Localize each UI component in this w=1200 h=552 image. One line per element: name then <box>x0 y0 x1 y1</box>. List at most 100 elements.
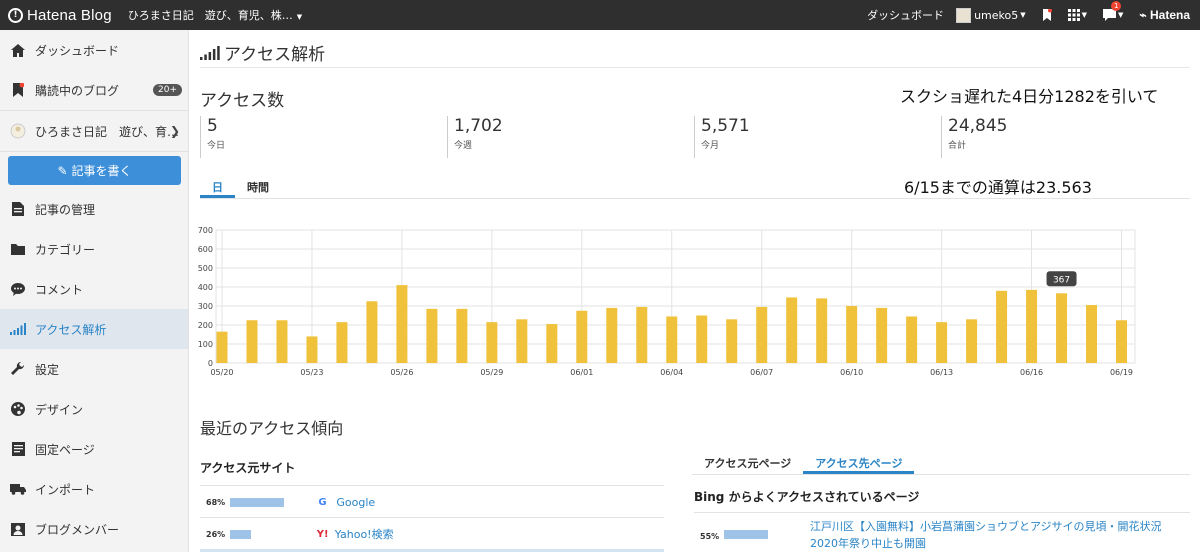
notification-badge: 1 <box>1111 1 1122 11</box>
sidebar-item-label: カテゴリー <box>35 242 96 257</box>
y-tick-label: 700 <box>198 226 213 235</box>
sidebar-item-design[interactable]: デザイン <box>0 389 188 429</box>
stat-label: 今月 <box>701 141 720 151</box>
bing-percent: 55% <box>700 532 720 541</box>
chart-bar <box>786 297 798 363</box>
bookmark-button[interactable] <box>1042 9 1052 21</box>
sidebar-item-fixed-page[interactable]: 固定ページ <box>0 429 188 469</box>
bookmark-icon <box>9 81 27 99</box>
sidebar-item-blog[interactable]: ひろまさ日記 遊び、育… ❯ <box>0 110 188 152</box>
chart-bar <box>216 331 228 363</box>
sidebar-item-label: デザイン <box>35 402 84 417</box>
sidebar-item-members[interactable]: ブログメンバー <box>0 509 188 549</box>
page-tabs: アクセス元ページ アクセス先ページ <box>692 451 1190 475</box>
trend-title: 最近のアクセス傾向 <box>200 419 344 438</box>
referrer-percent: 26% <box>206 529 226 539</box>
chart-bar <box>966 319 978 363</box>
referrer-link[interactable]: Google <box>336 496 375 509</box>
sidebar-item-label: ダッシュボード <box>35 43 120 58</box>
chart-bar <box>636 306 648 363</box>
google-icon: G <box>318 496 327 508</box>
stat-week: 1,702 今週 <box>447 116 694 158</box>
sidebar-item-import[interactable]: インポート <box>0 469 188 509</box>
x-tick-label: 05/26 <box>390 368 413 377</box>
chart-bar <box>426 308 438 363</box>
tab-destination-page[interactable]: アクセス先ページ <box>803 451 915 474</box>
tab-day[interactable]: 日 <box>200 176 235 198</box>
sidebar-item-access-analysis[interactable]: アクセス解析 <box>0 309 188 349</box>
x-tick-label: 06/16 <box>1020 368 1043 377</box>
write-article-button[interactable]: ✎ 記事を書く <box>8 156 181 185</box>
blog-name: ひろまさ日記 遊び、育児、株… <box>127 9 293 22</box>
dashboard-link[interactable]: ダッシュボード <box>867 7 944 23</box>
page-title-text: アクセス解析 <box>224 45 326 65</box>
caret-down-icon: ▼ <box>296 13 303 21</box>
sidebar-item-subscriptions[interactable]: 購読中のブログ 20+ <box>0 70 188 110</box>
caret-down-icon: ▼ <box>1081 11 1088 19</box>
chart-bar <box>576 310 588 363</box>
stat-today: 5 今日 <box>200 116 447 158</box>
divider <box>200 485 664 486</box>
x-tick-label: 06/19 <box>1110 368 1133 377</box>
logo-text: Hatena Blog <box>27 6 112 24</box>
apps-button[interactable]: ▼ <box>1067 9 1088 21</box>
x-tick-label: 05/20 <box>210 368 233 377</box>
tab-hour[interactable]: 時間 <box>235 176 281 198</box>
logo-mark-icon: ! <box>8 7 23 23</box>
blog-selector[interactable]: ひろまさ日記 遊び、育児、株… ▼ <box>128 7 302 23</box>
chart-bar <box>846 306 858 363</box>
chart-bar <box>1026 289 1038 363</box>
sidebar-item-label: 記事の管理 <box>35 202 96 217</box>
hatena-blog-logo[interactable]: ! Hatena Blog <box>8 0 112 30</box>
edit-icon: ✎ <box>57 163 68 178</box>
truck-icon <box>9 480 27 498</box>
referrer-link[interactable]: Yahoo!検索 <box>335 526 394 542</box>
document-icon <box>9 200 27 218</box>
sidebar-item-label: アクセス解析 <box>35 322 107 337</box>
member-icon <box>9 520 27 538</box>
annotation-note-1: スクショ遅れた4日分1282を引いて <box>900 87 1159 106</box>
y-tick-label: 300 <box>198 302 213 311</box>
x-tick-label: 05/29 <box>480 368 503 377</box>
stat-total: 24,845 合計 <box>941 116 1188 158</box>
chevron-right-icon: ❯ <box>169 124 180 138</box>
divider <box>200 67 1190 68</box>
stat-label: 今週 <box>454 141 473 151</box>
sidebar-item-comment[interactable]: コメント <box>0 269 188 309</box>
subscription-count-badge: 20+ <box>153 84 182 96</box>
sidebar-item-category[interactable]: カテゴリー <box>0 229 188 269</box>
referrer-bar <box>230 497 285 507</box>
chart-bar <box>486 322 498 363</box>
bing-page-link[interactable]: 江戸川区【入園無料】小岩菖蒲園ショウブとアジサイの見頃・開花状況2020年祭り中… <box>810 518 1184 552</box>
notification-button[interactable]: 1 ▼ <box>1103 1 1124 21</box>
chart-bar <box>306 336 318 363</box>
tab-source-page[interactable]: アクセス元ページ <box>692 451 803 474</box>
x-tick-label: 06/04 <box>660 368 683 377</box>
referrer-row-yahoo: 26% Y! Yahoo!検索 <box>200 519 664 549</box>
access-count-title: アクセス数 <box>200 91 285 111</box>
chart-bar <box>876 307 888 363</box>
blog-avatar <box>9 122 27 140</box>
stat-month: 5,571 今月 <box>694 116 941 158</box>
user-menu[interactable]: umeko5 ▼ <box>956 7 1026 23</box>
bookmark-icon <box>1042 9 1052 21</box>
top-bar: ! Hatena Blog ひろまさ日記 遊び、育児、株… ▼ ダッシュボード u… <box>0 0 1200 30</box>
sidebar-item-label: 固定ページ <box>35 442 95 457</box>
chart-bar <box>726 319 738 363</box>
sidebar-item-dashboard[interactable]: ダッシュボード <box>0 30 188 70</box>
palette-icon <box>9 400 27 418</box>
chart-bar <box>396 285 408 363</box>
sidebar-item-settings[interactable]: 設定 <box>0 349 188 389</box>
caret-down-icon: ▼ <box>1118 11 1124 19</box>
chart-bar <box>666 316 678 363</box>
divider <box>694 512 1190 513</box>
page-icon <box>9 440 27 458</box>
chart-bar <box>336 322 348 363</box>
hatena-link[interactable]: ⌁ Hatena <box>1139 8 1190 22</box>
chart-bar <box>936 322 948 363</box>
chart-bar <box>546 324 558 363</box>
sidebar-item-manage-articles[interactable]: 記事の管理 <box>0 189 188 229</box>
y-tick-label: 0 <box>208 359 213 368</box>
referrer-title: アクセス元サイト <box>200 461 296 475</box>
caret-down-icon: ▼ <box>1020 11 1026 19</box>
